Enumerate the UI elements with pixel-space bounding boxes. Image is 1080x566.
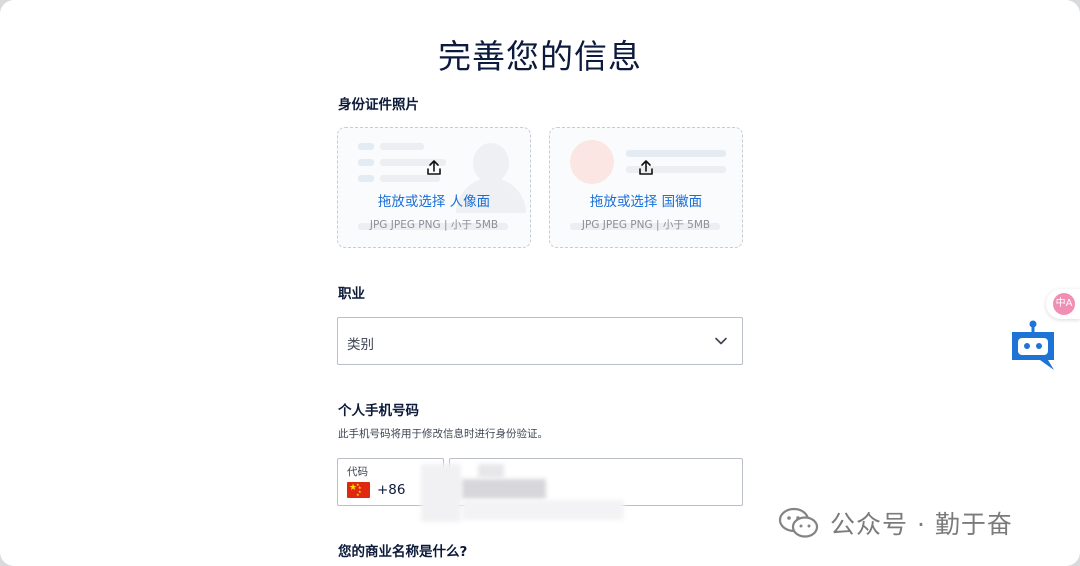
occupation-select-value: 类别 <box>347 337 374 353</box>
upload-icon <box>427 160 441 175</box>
upload-back-text[interactable]: 拖放或选择 国徽面 <box>550 190 742 210</box>
country-code-value: +86 <box>377 482 406 498</box>
translate-icon: 中A <box>1053 293 1075 315</box>
watermark-text: 公众号 · 勤于奋 <box>830 510 1013 539</box>
portrait-silhouette-head <box>473 143 509 183</box>
wechat-logo-icon <box>778 507 819 538</box>
occupation-label: 职业 <box>338 286 365 302</box>
upload-front-text[interactable]: 拖放或选择 人像面 <box>338 190 530 210</box>
china-flag-icon: ★ ★ ★ ★ ★ <box>347 482 370 498</box>
upload-back-hint: JPG JPEG PNG | 小于 5MB <box>581 219 711 231</box>
business-name-label: 您的商业名称是什么? <box>338 544 468 560</box>
upload-icon <box>639 160 653 175</box>
phone-help-text: 此手机号码将用于修改信息时进行身份验证。 <box>338 428 548 440</box>
placeholder-line <box>358 143 374 150</box>
emblem-silhouette <box>570 140 614 184</box>
redaction-mosaic <box>462 500 624 520</box>
redaction-mosaic <box>478 464 504 478</box>
placeholder-line <box>626 150 726 157</box>
upload-back-dropzone[interactable]: 拖放或选择 国徽面 JPG JPEG PNG | 小于 5MB <box>549 127 743 248</box>
redaction-mosaic <box>462 479 546 499</box>
redaction-mosaic <box>421 464 461 522</box>
occupation-select[interactable]: 类别 <box>337 317 743 365</box>
phone-label: 个人手机号码 <box>338 403 419 419</box>
placeholder-line <box>358 159 374 166</box>
upload-front-hint: JPG JPEG PNG | 小于 5MB <box>369 219 499 231</box>
upload-front-dropzone[interactable]: 拖放或选择 人像面 JPG JPEG PNG | 小于 5MB <box>337 127 531 248</box>
watermark: 公众号 · 勤于奋 <box>778 505 1013 541</box>
placeholder-line <box>380 143 424 150</box>
translate-tab[interactable]: 中A <box>1046 289 1080 319</box>
id-photo-label: 身份证件照片 <box>338 97 419 113</box>
chevron-down-icon <box>715 337 727 345</box>
country-code-label: 代码 <box>347 466 368 478</box>
page-title: 完善您的信息 <box>438 37 642 76</box>
chat-bot-icon[interactable] <box>1008 320 1058 372</box>
form-sheet: 完善您的信息 身份证件照片 拖放或选择 人像面 JPG JPEG PNG | 小… <box>0 0 1080 566</box>
placeholder-line <box>358 175 374 182</box>
